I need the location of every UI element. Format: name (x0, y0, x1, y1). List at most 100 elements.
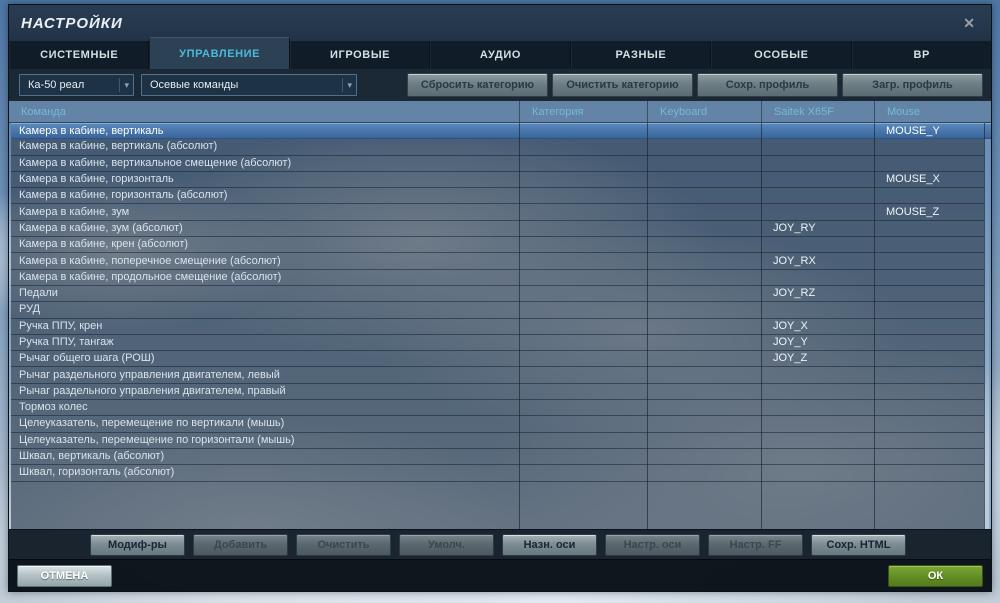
cell-mouse (874, 156, 984, 171)
cell-mouse (874, 286, 984, 301)
cell-command: Рычаг раздельного управления двигателем,… (19, 368, 280, 381)
tab-системные[interactable]: СИСТЕМНЫЕ (9, 41, 150, 69)
cell-command: Камера в кабине, зум (абсолют) (19, 221, 183, 234)
cell-saitek (761, 204, 874, 219)
cell-saitek (761, 124, 874, 138)
cell-category (519, 416, 647, 431)
cell-mouse (874, 302, 984, 317)
table-row[interactable]: Камера в кабине, вертикаль (абсолют) (11, 139, 984, 156)
table-row[interactable]: Камера в кабине, крен (абсолют) (11, 237, 984, 254)
table-row[interactable]: Камера в кабине, горизонталь (абсолют) (11, 188, 984, 205)
action-button-4[interactable]: Назн. оси (502, 533, 597, 556)
tab-особые[interactable]: ОСОБЫЕ (711, 41, 852, 69)
action-button-7[interactable]: Сохр. HTML (811, 533, 906, 556)
cell-mouse: MOUSE_X (886, 173, 940, 186)
cell-keyboard (647, 286, 761, 301)
tab-управление[interactable]: УПРАВЛЕНИЕ (149, 37, 290, 69)
table-row[interactable]: Камера в кабине, вертикаль MOUSE_Y (11, 123, 991, 140)
cell-saitek: JOY_Y (773, 336, 808, 348)
action-button-bar: Модиф-ры Добавить Очистить Умолч. Назн. оси Н… (9, 529, 991, 559)
toolbar-button-1[interactable]: Очистить категорию (552, 73, 693, 97)
table-row[interactable]: Камера в кабине, зум MOUSE_Z (11, 204, 984, 221)
table-row[interactable]: Ручка ППУ, тангаж JOY_Y (11, 335, 984, 352)
column-divider (761, 123, 762, 529)
action-button-1[interactable]: Добавить (193, 533, 288, 556)
tab-аудио[interactable]: АУДИО (430, 41, 571, 69)
cell-mouse (874, 465, 984, 480)
tab-разные[interactable]: РАЗНЫЕ (570, 41, 712, 69)
cell-saitek (761, 367, 874, 382)
column-header-1: Категория (519, 101, 647, 122)
cell-command: Камера в кабине, зум (19, 205, 130, 218)
cell-command: Целеуказатель, перемещение по вертикали … (19, 417, 285, 430)
table-row[interactable]: Рычаг раздельного управления двигателем,… (11, 384, 984, 401)
column-divider (647, 123, 648, 529)
cell-keyboard (647, 400, 761, 415)
table-row[interactable]: Педали JOY_RZ (11, 286, 984, 303)
cancel-button[interactable]: ОТМЕНА (17, 565, 112, 587)
cell-mouse (874, 449, 984, 464)
cell-command: Рычаг раздельного управления двигателем,… (19, 384, 286, 397)
column-header-4: Mouse (874, 101, 991, 122)
cell-command: Камера в кабине, продольное смещение (аб… (19, 270, 282, 283)
toolbar-buttons: Сбросить категорию Очистить категорию Сохр… (407, 73, 983, 97)
action-button-2[interactable]: Очистить (296, 533, 391, 556)
action-button-0[interactable]: Модиф-ры (90, 533, 185, 556)
cell-keyboard (647, 237, 761, 252)
table-row[interactable]: Тормоз колес (11, 400, 984, 417)
cell-saitek: JOY_Z (773, 352, 808, 365)
cell-saitek (761, 416, 874, 431)
cell-category (519, 172, 647, 187)
action-button-6[interactable]: Настр. FF (708, 533, 803, 556)
table-row[interactable]: Ручка ППУ, крен JOY_X (11, 319, 984, 335)
table-row[interactable]: Камера в кабине, поперечное смещение (аб… (11, 253, 984, 270)
toolbar-button-3[interactable]: Загр. профиль (842, 73, 983, 97)
table-row[interactable]: Рычаг раздельного управления двигателем,… (11, 367, 984, 384)
cell-mouse (874, 416, 984, 431)
action-button-5[interactable]: Настр. оси (605, 533, 700, 556)
table-row[interactable]: Целеуказатель, перемещение по горизонтал… (11, 433, 984, 449)
cell-category (519, 302, 647, 317)
tab-вр[interactable]: ВР (851, 41, 991, 69)
cell-command: Целеуказатель, перемещение по горизонтал… (19, 433, 295, 446)
table-row[interactable]: РУД (11, 302, 984, 319)
cell-command: Камера в кабине, вертикальное смещение (… (19, 156, 292, 169)
cell-command: Шквал, горизонталь (абсолют) (19, 466, 175, 479)
cell-category (519, 384, 647, 399)
table-row[interactable]: Камера в кабине, продольное смещение (аб… (11, 270, 984, 286)
cell-saitek (761, 237, 874, 252)
toolbar-button-2[interactable]: Сохр. профиль (697, 73, 838, 97)
toolbar-button-0[interactable]: Сбросить категорию (407, 73, 548, 97)
table-row[interactable]: Целеуказатель, перемещение по вертикали … (11, 416, 984, 433)
cell-saitek (761, 449, 874, 464)
cell-mouse (874, 221, 984, 236)
cell-keyboard (647, 221, 761, 236)
cell-saitek (761, 465, 874, 480)
cell-command: Камера в кабине, горизонталь (19, 173, 174, 186)
table-row[interactable]: Камера в кабине, горизонталь MOUSE_X (11, 172, 984, 189)
table-row[interactable]: Рычаг общего шага (РОШ) JOY_Z (11, 351, 984, 368)
cell-command: Камера в кабине, поперечное смещение (аб… (19, 254, 281, 267)
cell-category (519, 449, 647, 464)
cell-category (519, 286, 647, 301)
table-row[interactable]: Камера в кабине, зум (абсолют) JOY_RY (11, 221, 984, 238)
cell-keyboard (647, 319, 761, 334)
cell-category (519, 319, 647, 334)
cell-category (519, 367, 647, 382)
action-button-3[interactable]: Умолч. (399, 533, 494, 556)
command-category-dropdown[interactable]: Осевые команды ▾ (141, 74, 357, 96)
cell-keyboard (647, 139, 761, 154)
table-row[interactable]: Камера в кабине, вертикальное смещение (… (11, 156, 984, 172)
column-divider (874, 123, 875, 529)
tab-игровые[interactable]: ИГРОВЫЕ (289, 41, 431, 69)
cell-command: Камера в кабине, горизонталь (абсолют) (19, 189, 228, 202)
cell-mouse (874, 335, 984, 350)
table-row[interactable]: Шквал, вертикаль (абсолют) (11, 449, 984, 466)
table-row[interactable]: Шквал, горизонталь (абсолют) (11, 465, 984, 482)
ok-button[interactable]: ОК (888, 565, 983, 587)
cell-keyboard (647, 416, 761, 431)
cell-mouse (874, 188, 984, 203)
close-icon[interactable]: ✕ (959, 15, 979, 32)
aircraft-profile-dropdown[interactable]: Ка-50 реал ▾ (19, 74, 134, 96)
chevron-down-icon: ▾ (119, 78, 129, 92)
